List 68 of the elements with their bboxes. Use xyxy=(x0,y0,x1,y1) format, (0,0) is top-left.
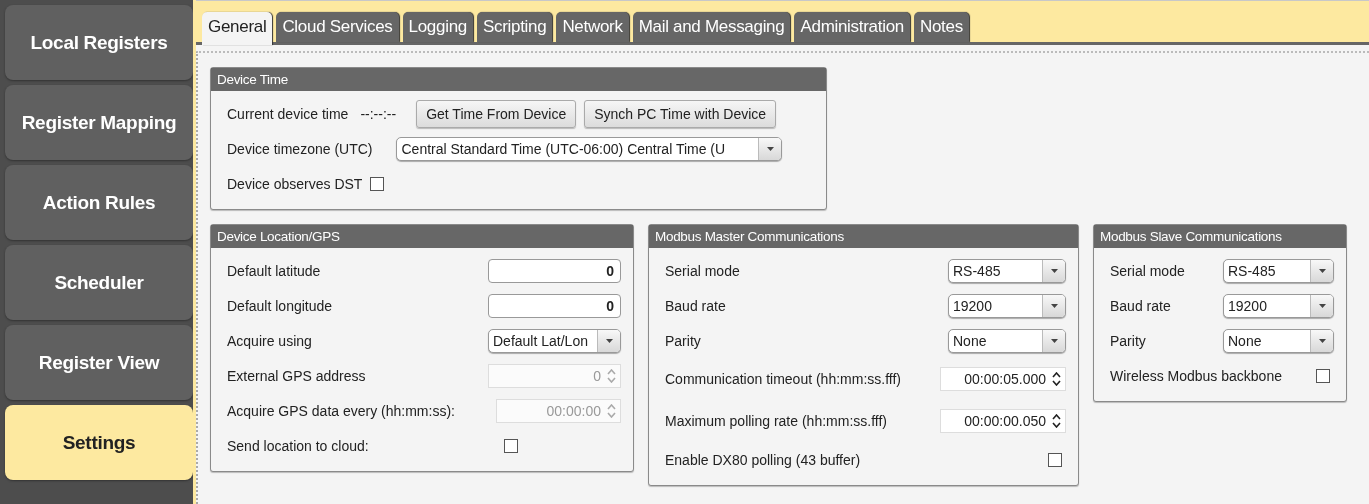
stepper-icon xyxy=(607,403,616,418)
field-label: Acquire GPS data every (hh:mm:ss): xyxy=(227,402,455,419)
sidebar-item[interactable]: Local Registers xyxy=(5,5,193,80)
field-label: Current device time xyxy=(227,105,349,122)
tab[interactable]: Administration xyxy=(794,12,910,42)
input-field[interactable]: 0 xyxy=(488,258,621,283)
caret-icon xyxy=(1049,267,1059,274)
field-label: Serial mode xyxy=(665,262,740,279)
caret-icon xyxy=(1317,337,1327,344)
field-label: Send location to cloud: xyxy=(227,437,369,454)
caret-icon xyxy=(1049,337,1059,344)
dropdown[interactable]: RS-485 xyxy=(1223,258,1334,283)
input-field[interactable]: 0 xyxy=(488,293,621,318)
panel-title: Modbus Slave Communications xyxy=(1094,225,1346,248)
dropdown[interactable]: Central Standard Time (UTC-06:00) Central Time (U xyxy=(396,136,783,161)
field-label: Communication timeout (hh:mm:ss.fff) xyxy=(665,371,901,387)
sidebar-item[interactable]: Scheduler xyxy=(5,245,193,320)
caret-icon xyxy=(1049,302,1059,309)
field-label: Baud rate xyxy=(665,297,726,314)
field-label: Enable DX80 polling (43 buffer) xyxy=(665,451,861,468)
dropdown[interactable]: None xyxy=(948,328,1066,353)
field-label: External GPS address xyxy=(227,367,366,384)
caret-icon xyxy=(1317,267,1327,274)
field-label: Maximum polling rate (hh:mm:ss.fff) xyxy=(665,413,887,429)
stepper-icon xyxy=(1052,372,1061,386)
field-label: Serial mode xyxy=(1110,262,1185,279)
dropdown[interactable]: RS-485 xyxy=(948,258,1066,283)
action-button[interactable]: Synch PC Time with Device xyxy=(584,99,777,128)
checkbox[interactable] xyxy=(1316,368,1330,383)
field-label: Device timezone (UTC) xyxy=(227,140,373,157)
dropdown[interactable]: None xyxy=(1223,328,1334,353)
panel-title: Device Location/GPS xyxy=(211,225,633,248)
caret-icon xyxy=(1317,302,1327,309)
dropdown[interactable]: 19200 xyxy=(948,293,1066,318)
caret-icon xyxy=(766,145,775,152)
tab[interactable]: Scripting xyxy=(476,12,553,42)
tab[interactable]: Notes xyxy=(913,12,969,42)
stepper-icon xyxy=(607,368,616,383)
panel-title: Device Time xyxy=(211,68,826,91)
tab[interactable]: Cloud Services xyxy=(276,12,399,42)
action-button[interactable]: Get Time From Device xyxy=(416,99,577,128)
sidebar-item[interactable]: Action Rules xyxy=(5,165,193,240)
checkbox[interactable] xyxy=(504,438,518,453)
tab[interactable]: Network xyxy=(556,12,629,42)
panel-title: Modbus Master Communications xyxy=(649,225,1078,248)
caret-icon xyxy=(604,337,614,344)
tab[interactable]: General xyxy=(202,12,273,45)
time-value: --:--:-- xyxy=(360,105,397,122)
spin-field[interactable]: 00:00:05.000 xyxy=(940,367,1066,391)
field-label: Wireless Modbus backbone xyxy=(1110,367,1282,384)
field-label: Default latitude xyxy=(227,262,321,279)
dropdown[interactable]: 19200 xyxy=(1223,293,1334,318)
sidebar-item[interactable]: Register View xyxy=(5,325,193,400)
tab[interactable]: Mail and Messaging xyxy=(632,12,791,42)
tab[interactable]: Logging xyxy=(402,12,473,42)
checkbox[interactable] xyxy=(370,176,385,191)
field-label: Parity xyxy=(1110,332,1146,349)
stepper-icon xyxy=(1052,414,1061,428)
field-label: Device observes DST xyxy=(227,175,363,192)
sidebar-item[interactable]: Register Mapping xyxy=(5,85,193,160)
sidebar-item[interactable]: Settings xyxy=(5,405,193,480)
field-label: Baud rate xyxy=(1110,297,1171,314)
field-label: Parity xyxy=(665,332,701,349)
checkbox[interactable] xyxy=(1048,452,1062,467)
dropdown[interactable]: Default Lat/Lon xyxy=(488,328,621,353)
field-label: Default longitude xyxy=(227,297,333,314)
spin-field[interactable]: 00:00:00.050 xyxy=(940,409,1066,433)
field-label: Acquire using xyxy=(227,332,312,349)
